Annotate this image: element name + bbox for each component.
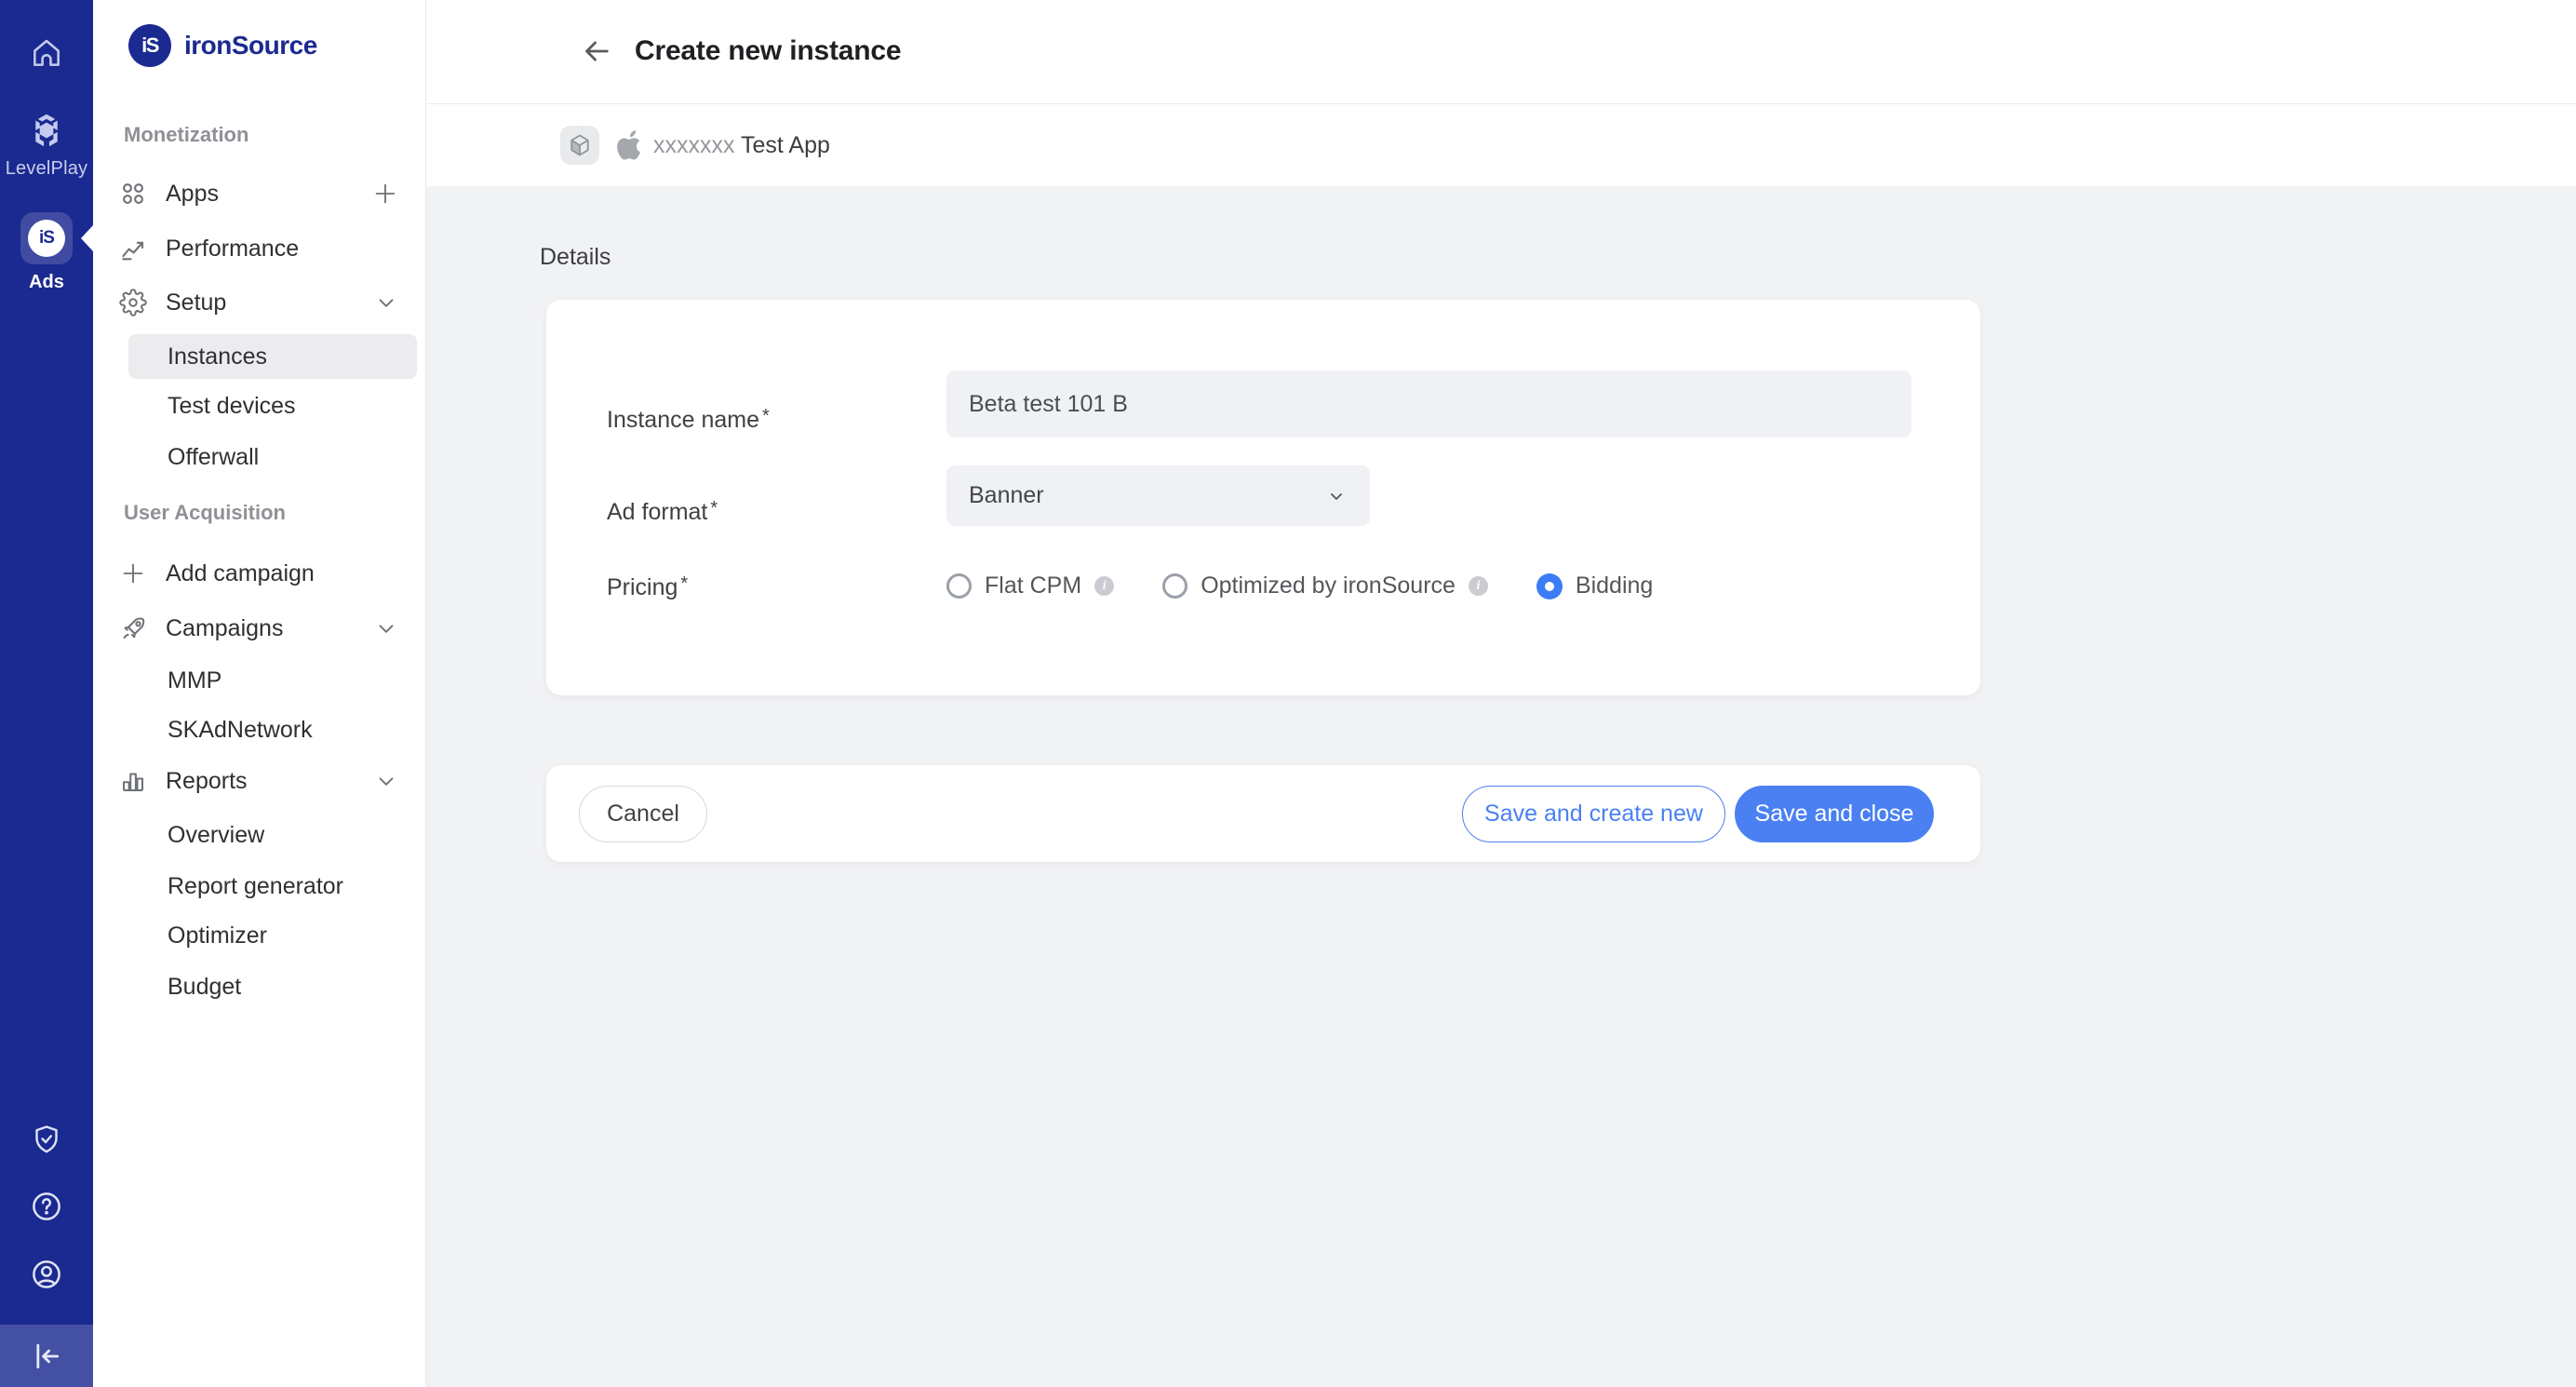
levelplay-button[interactable]: LevelPlay [0, 110, 93, 180]
app-id-masked: xxxxxxx [653, 132, 735, 158]
section-monetization: Monetization [124, 123, 248, 147]
save-and-close-button[interactable]: Save and close [1735, 786, 1934, 842]
help-icon [29, 1189, 64, 1224]
sidebar-item-mmp[interactable]: MMP [149, 658, 408, 703]
sidebar: iS ironSource Monetization Apps Performa… [93, 0, 426, 1387]
sidebar-item-performance[interactable]: Performance [119, 226, 408, 271]
sidebar-item-label: Reports [166, 768, 248, 795]
radio-circle-icon [946, 573, 972, 599]
bar-chart-icon [119, 767, 147, 795]
plus-icon [119, 559, 147, 587]
radio-circle-icon [1162, 573, 1187, 599]
app-cube-icon [560, 126, 599, 165]
required-asterisk: * [710, 498, 718, 518]
details-card: Instance name* Ad format* Banner Pricing… [546, 300, 1980, 695]
page-title: Create new instance [635, 35, 901, 67]
sidebar-item-label: Add campaign [166, 560, 315, 587]
account-button[interactable] [0, 1257, 93, 1292]
back-button[interactable] [574, 29, 619, 74]
main-area: Create new instance xxxxxxx Test App Det… [93, 0, 2576, 1387]
ads-label: Ads [0, 272, 93, 293]
radio-label: Flat CPM [985, 572, 1081, 599]
sidebar-item-setup[interactable]: Setup [119, 280, 408, 325]
ad-format-label: Ad format* [607, 498, 718, 526]
apps-icon [119, 180, 147, 208]
sidebar-item-offerwall[interactable]: Offerwall [149, 435, 408, 479]
collapse-sidebar-button[interactable] [0, 1325, 93, 1387]
ads-is-icon: iS [28, 220, 65, 257]
ads-selected-notch [81, 225, 93, 251]
radio-bidding[interactable]: Bidding [1536, 572, 1653, 599]
home-button[interactable] [0, 35, 93, 71]
levelplay-icon [26, 110, 67, 151]
sidebar-item-apps[interactable]: Apps [119, 171, 408, 216]
section-user-acquisition: User Acquisition [124, 501, 286, 525]
details-section-label: Details [540, 244, 610, 271]
performance-icon [119, 235, 147, 263]
save-and-create-new-button[interactable]: Save and create new [1462, 786, 1725, 842]
pricing-label: Pricing* [607, 573, 688, 601]
collapse-icon [28, 1338, 65, 1375]
account-icon [29, 1257, 64, 1292]
ironsource-wordmark: ironSource [184, 31, 317, 61]
sidebar-item-budget[interactable]: Budget [149, 964, 408, 1009]
app-name-text: Test App [741, 132, 830, 158]
info-icon[interactable]: i [1094, 576, 1114, 596]
shield-check-icon [30, 1123, 63, 1156]
instance-name-input[interactable] [946, 370, 1912, 438]
sidebar-item-campaigns[interactable]: Campaigns [119, 606, 408, 651]
sidebar-item-test-devices[interactable]: Test devices [149, 384, 408, 428]
instance-name-label: Instance name* [607, 406, 770, 434]
sidebar-item-optimizer[interactable]: Optimizer [149, 913, 408, 958]
radio-optimized[interactable]: Optimized by ironSource i [1162, 572, 1488, 599]
required-asterisk: * [680, 573, 688, 594]
cancel-button[interactable]: Cancel [579, 786, 707, 842]
back-arrow-icon [581, 35, 612, 67]
levelplay-label: LevelPlay [6, 158, 88, 180]
radio-flat-cpm[interactable]: Flat CPM i [946, 572, 1114, 599]
sidebar-item-reports[interactable]: Reports [119, 759, 408, 803]
app-name: xxxxxxx Test App [653, 132, 830, 159]
apple-icon [612, 128, 648, 163]
sidebar-item-label: Apps [166, 181, 219, 208]
help-button[interactable] [0, 1189, 93, 1224]
sidebar-item-label: Performance [166, 236, 299, 263]
compliance-button[interactable] [0, 1123, 93, 1156]
required-asterisk: * [762, 406, 770, 426]
sidebar-item-report-generator[interactable]: Report generator [149, 864, 408, 909]
product-rail: LevelPlay iS Ads [0, 0, 93, 1387]
radio-circle-selected-icon [1536, 573, 1563, 599]
ad-format-select[interactable]: Banner [946, 465, 1370, 526]
pricing-radio-group: Flat CPM i Optimized by ironSource i Bid… [946, 572, 1653, 599]
chevron-down-icon [374, 616, 398, 640]
home-icon [29, 35, 64, 71]
ad-format-value: Banner [969, 482, 1044, 509]
radio-label: Bidding [1576, 572, 1653, 599]
chevron-down-icon [1325, 485, 1348, 507]
sidebar-item-instances[interactable]: Instances [128, 334, 417, 379]
sidebar-item-skadnetwork[interactable]: SKAdNetwork [149, 707, 408, 752]
app-bar: xxxxxxx Test App [426, 104, 2576, 186]
actions-card: Cancel Save and create new Save and clos… [546, 765, 1980, 862]
chevron-down-icon [374, 769, 398, 793]
gear-icon [119, 289, 147, 316]
info-icon[interactable]: i [1469, 576, 1488, 596]
radio-label: Optimized by ironSource [1201, 572, 1456, 599]
chevron-down-icon [374, 290, 398, 315]
sidebar-item-overview[interactable]: Overview [149, 813, 408, 857]
ironsource-logo[interactable]: iS ironSource [128, 24, 317, 67]
sidebar-item-label: Campaigns [166, 615, 283, 642]
ads-button[interactable]: iS [20, 212, 73, 264]
sidebar-item-add-campaign[interactable]: Add campaign [119, 551, 408, 596]
ironsource-logo-icon: iS [128, 24, 171, 67]
rocket-icon [119, 614, 147, 642]
sidebar-item-label: Setup [166, 290, 226, 316]
add-app-button[interactable] [372, 181, 398, 207]
